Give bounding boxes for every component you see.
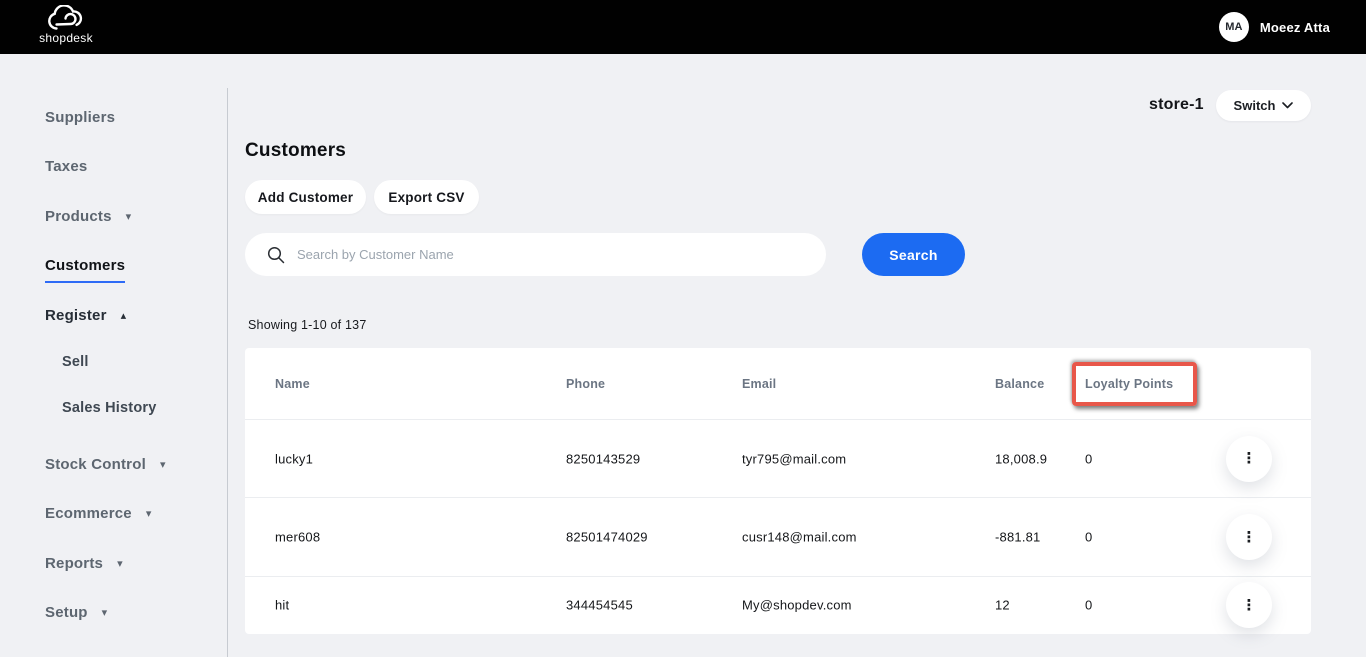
sidebar-item-register[interactable]: Register ▴	[45, 305, 126, 328]
sidebar-item-label: Suppliers	[45, 109, 115, 126]
sidebar-item-label: Register	[45, 307, 107, 324]
col-header-loyalty-points: Loyalty Points	[1085, 377, 1173, 391]
sidebar-item-ecommerce[interactable]: Ecommerce ▾	[45, 503, 152, 526]
sidebar-divider	[227, 88, 228, 657]
switch-store-button[interactable]: Switch	[1216, 90, 1311, 121]
chevron-down-icon	[1282, 102, 1293, 109]
col-header-email: Email	[742, 377, 776, 391]
showing-count: Showing 1-10 of 137	[248, 318, 366, 332]
sidebar-item-label: Sales History	[62, 400, 156, 416]
chevron-down-icon: ▾	[126, 211, 132, 223]
table-row: lucky1 8250143529 tyr795@mail.com 18,008…	[245, 420, 1311, 498]
cell-loyalty-points: 0	[1085, 598, 1092, 613]
table-header-row: Name Phone Email Balance Loyalty Points	[245, 348, 1311, 420]
active-item-underline	[45, 281, 125, 283]
cell-balance: -881.81	[995, 530, 1041, 545]
user-name: Moeez Atta	[1260, 20, 1330, 35]
customers-page: shopdesk MA Moeez Atta Suppliers Taxes P…	[0, 0, 1366, 657]
cell-email: cusr148@mail.com	[742, 530, 857, 545]
sidebar-item-label: Sell	[62, 354, 89, 370]
cell-phone: 344454545	[566, 598, 633, 613]
kebab-icon: ⋮	[1242, 598, 1257, 613]
chevron-down-icon: ▾	[160, 459, 166, 471]
chevron-down-icon: ▾	[146, 508, 152, 520]
table-row: hit 344454545 My@shopdev.com 12 0 ⋮	[245, 577, 1311, 633]
shopdesk-logo[interactable]: shopdesk	[37, 5, 95, 45]
sidebar-item-stock-control[interactable]: Stock Control ▾	[45, 454, 166, 477]
col-header-name: Name	[275, 377, 310, 391]
sidebar-item-label: Taxes	[45, 158, 87, 175]
sidebar-item-taxes[interactable]: Taxes	[45, 156, 87, 178]
topbar: shopdesk MA Moeez Atta	[0, 0, 1366, 54]
page-title: Customers	[245, 140, 346, 162]
col-header-phone: Phone	[566, 377, 605, 391]
cell-name: mer608	[275, 530, 320, 545]
sidebar-item-label: Ecommerce	[45, 505, 132, 522]
sidebar-item-label: Products	[45, 208, 112, 225]
table-row: mer608 82501474029 cusr148@mail.com -881…	[245, 498, 1311, 577]
user-menu[interactable]: MA Moeez Atta	[1219, 0, 1330, 54]
customers-table: Name Phone Email Balance Loyalty Points …	[245, 348, 1311, 634]
sidebar-item-label: Reports	[45, 555, 103, 572]
kebab-icon: ⋮	[1242, 530, 1257, 545]
sidebar-item-sales-history[interactable]: Sales History	[62, 397, 156, 419]
sidebar-item-label: Stock Control	[45, 456, 146, 473]
cell-email: My@shopdev.com	[742, 598, 852, 613]
switch-label: Switch	[1234, 98, 1276, 113]
row-actions-button[interactable]: ⋮	[1226, 514, 1272, 560]
sidebar-item-sell[interactable]: Sell	[62, 351, 89, 373]
cell-email: tyr795@mail.com	[742, 451, 846, 466]
cell-balance: 12	[995, 598, 1010, 613]
sidebar-item-label: Customers	[45, 257, 125, 274]
brand-name: shopdesk	[39, 31, 93, 45]
cloud-logo-icon	[46, 5, 86, 31]
search-input[interactable]	[297, 233, 826, 276]
search-icon	[267, 246, 285, 264]
row-actions-button[interactable]: ⋮	[1226, 436, 1272, 482]
sidebar-item-label: Setup	[45, 604, 88, 621]
export-csv-button[interactable]: Export CSV	[374, 180, 479, 214]
sidebar-item-products[interactable]: Products ▾	[45, 206, 131, 229]
store-name: store-1	[1149, 96, 1204, 114]
search-button[interactable]: Search	[862, 233, 965, 276]
avatar: MA	[1219, 12, 1249, 42]
cell-phone: 8250143529	[566, 451, 640, 466]
sidebar-item-reports[interactable]: Reports ▾	[45, 553, 123, 576]
col-header-balance: Balance	[995, 377, 1044, 391]
cell-phone: 82501474029	[566, 530, 648, 545]
add-customer-button[interactable]: Add Customer	[245, 180, 366, 214]
kebab-icon: ⋮	[1242, 451, 1257, 466]
chevron-up-icon: ▴	[121, 310, 127, 322]
cell-name: hit	[275, 598, 289, 613]
row-actions-button[interactable]: ⋮	[1226, 582, 1272, 628]
chevron-down-icon: ▾	[102, 607, 108, 619]
chevron-down-icon: ▾	[117, 558, 123, 570]
cell-name: lucky1	[275, 451, 313, 466]
sidebar-item-setup[interactable]: Setup ▾	[45, 602, 107, 625]
cell-loyalty-points: 0	[1085, 451, 1092, 466]
cell-balance: 18,008.9	[995, 451, 1047, 466]
search-bar	[245, 233, 826, 276]
sidebar-item-suppliers[interactable]: Suppliers	[45, 107, 115, 129]
cell-loyalty-points: 0	[1085, 530, 1092, 545]
sidebar-item-customers[interactable]: Customers	[45, 255, 125, 277]
